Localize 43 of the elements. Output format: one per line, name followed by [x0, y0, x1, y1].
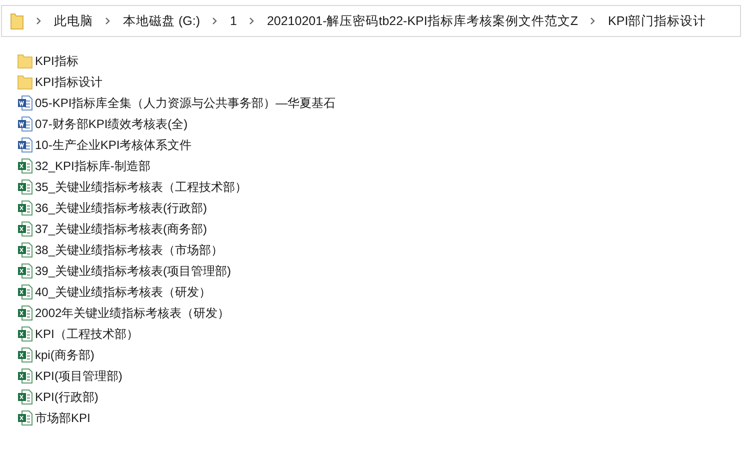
spreadsheet-icon	[17, 220, 33, 236]
folder-icon	[17, 52, 33, 68]
file-name[interactable]: 39_关键业绩指标考核表(项目管理部)	[35, 262, 232, 280]
file-name[interactable]: 40_关键业绩指标考核表（研发）	[35, 282, 212, 300]
spreadsheet-icon	[17, 388, 33, 404]
breadcrumb[interactable]: 1	[230, 12, 237, 30]
folder-icon	[10, 12, 24, 30]
file-name[interactable]: 市场部KPI	[35, 408, 90, 426]
file-name[interactable]: 37_关键业绩指标考核表(商务部)	[35, 220, 208, 238]
file-name[interactable]: 10-生产企业KPI考核体系文件	[35, 136, 192, 154]
file-name[interactable]: KPI(行政部)	[35, 388, 98, 406]
word-document-icon	[17, 94, 33, 110]
file-name[interactable]: 07-财务部KPI绩效考核表(全)	[35, 114, 188, 132]
breadcrumb[interactable]: 20210201-解压密码tb22-KPI指标库考核案例文件范文Z	[266, 12, 578, 30]
spreadsheet-icon	[17, 410, 33, 426]
breadcrumb[interactable]: 此电脑	[54, 12, 93, 30]
spreadsheet-icon	[17, 242, 33, 258]
spreadsheet-icon	[17, 346, 33, 362]
file-name[interactable]: 32_KPI指标库-制造部	[35, 156, 150, 174]
file-name[interactable]: KPI指标设计	[35, 72, 102, 90]
file-name[interactable]: KPI(项目管理部)	[35, 366, 122, 384]
breadcrumb[interactable]: 本地磁盘 (G:)	[123, 12, 200, 30]
file-name[interactable]: kpi(商务部)	[35, 346, 94, 364]
spreadsheet-icon	[17, 326, 33, 342]
spreadsheet-icon	[17, 200, 33, 216]
address-bar[interactable]: 此电脑 本地磁盘 (G:) 1 20210201-解压密码tb22-KPI指标库考核案例文件范文Z KPI部门指标设计	[1, 5, 741, 37]
file-name[interactable]: KPI指标	[35, 52, 78, 70]
word-document-icon	[17, 136, 33, 152]
spreadsheet-icon	[17, 368, 33, 384]
breadcrumb[interactable]: KPI部门指标设计	[608, 12, 706, 30]
file-name[interactable]: KPI（工程技术部）	[35, 324, 138, 342]
spreadsheet-icon	[17, 178, 33, 194]
file-name[interactable]: 2002年关键业绩指标考核表（研发）	[35, 304, 230, 322]
file-name[interactable]: 36_关键业绩指标考核表(行政部)	[35, 198, 208, 216]
spreadsheet-icon	[17, 304, 33, 320]
word-document-icon	[17, 116, 33, 132]
file-name[interactable]: 05-KPI指标库全集（人力资源与公共事务部）—华夏基石	[35, 94, 336, 112]
spreadsheet-icon	[17, 158, 33, 174]
folder-icon	[17, 74, 33, 90]
spreadsheet-icon	[17, 262, 33, 278]
spreadsheet-icon	[17, 284, 33, 300]
file-name[interactable]: 38_关键业绩指标考核表（市场部）	[35, 240, 224, 258]
file-name[interactable]: 35_关键业绩指标考核表（工程技术部）	[35, 178, 248, 196]
